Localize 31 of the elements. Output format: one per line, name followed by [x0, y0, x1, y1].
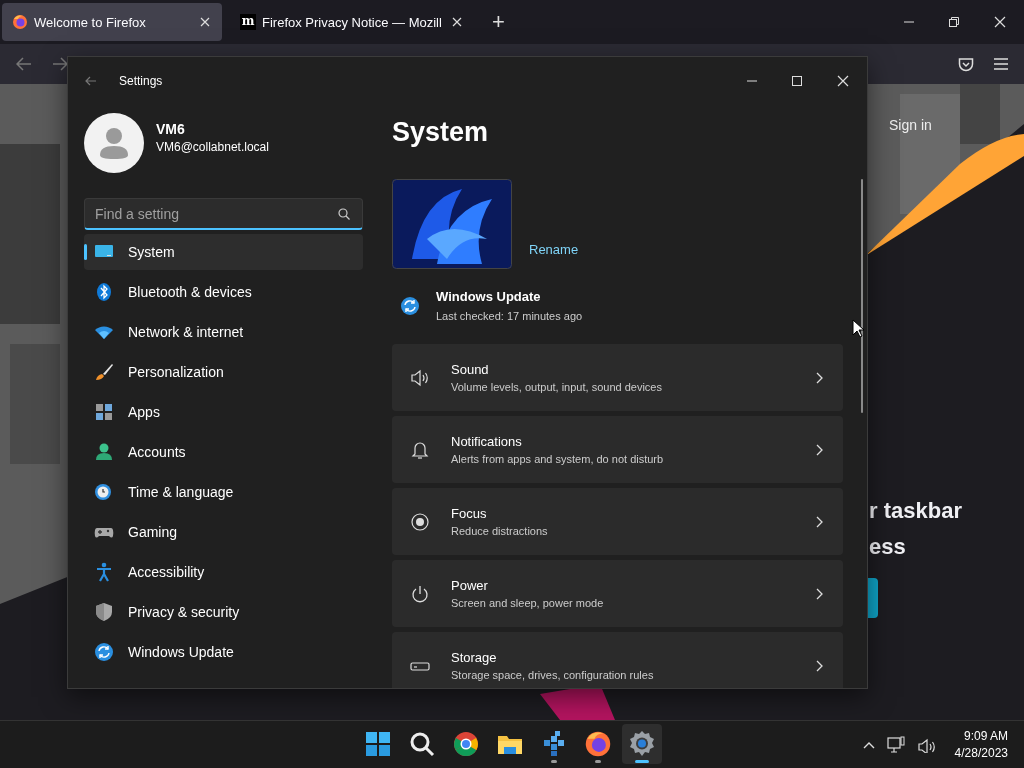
windows-logo-icon	[364, 730, 392, 758]
close-icon[interactable]	[837, 75, 849, 87]
back-icon[interactable]	[16, 57, 32, 71]
maximize-icon[interactable]	[792, 76, 802, 86]
date-text: 4/28/2023	[954, 746, 1008, 760]
time-text: 9:09 AM	[963, 729, 1008, 743]
browser-tab[interactable]: m Firefox Privacy Notice — Mozill	[230, 3, 474, 41]
network-icon[interactable]	[886, 735, 905, 754]
chevron-up-icon[interactable]	[862, 740, 875, 749]
restore-icon[interactable]	[949, 17, 959, 27]
gear-icon	[628, 730, 656, 758]
chrome-icon	[452, 730, 480, 758]
window-title: Settings	[119, 74, 163, 88]
tab-title: Welcome to Firefox	[34, 14, 147, 30]
back-icon[interactable]	[85, 76, 97, 86]
new-tab-button[interactable]: +	[481, 10, 515, 34]
pocket-icon[interactable]	[958, 56, 974, 72]
firefox-icon	[584, 730, 612, 758]
close-icon[interactable]	[200, 17, 210, 27]
menu-icon[interactable]	[994, 58, 1008, 70]
clock[interactable]: 9:09 AM 4/28/2023	[954, 729, 1008, 760]
search-icon	[408, 730, 436, 758]
browser-tab[interactable]: Welcome to Firefox	[2, 3, 222, 41]
close-icon[interactable]	[994, 16, 1006, 28]
site-icon: m	[240, 14, 256, 30]
firefox-icon	[12, 14, 28, 30]
tab-title: Firefox Privacy Notice — Mozill	[262, 14, 442, 30]
close-icon[interactable]	[451, 17, 462, 27]
forward-icon[interactable]	[52, 57, 68, 71]
taskbar-app[interactable]	[622, 724, 662, 764]
speaker-icon[interactable]	[916, 736, 935, 753]
